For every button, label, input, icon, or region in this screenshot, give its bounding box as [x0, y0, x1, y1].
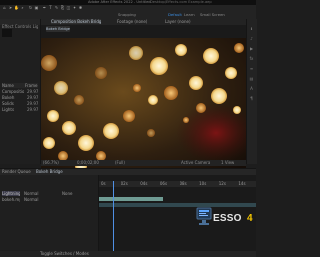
layer-row[interactable]: bokeh.mp4 Normal: [0, 197, 98, 202]
logo-text: ESSO: [213, 213, 242, 224]
project-panel: Effect Controls Lightning Name Frame Rat…: [0, 19, 41, 164]
camera-select[interactable]: Active Camera: [181, 160, 210, 165]
puppet-tool-icon[interactable]: ✱: [78, 6, 83, 10]
project-item[interactable]: Solids 29.97: [2, 101, 38, 106]
project-item-fps: 29.97: [27, 101, 38, 106]
project-item-fps: 29.97: [27, 89, 38, 94]
ruler-tick-label: 0s: [101, 181, 106, 186]
ruler-tick-label: 06s: [159, 181, 168, 186]
timeline-footer: Toggle Switches / Modes: [0, 251, 256, 257]
info-icon[interactable]: ℹ: [249, 27, 254, 31]
ruler-tick-label: 10s: [199, 181, 207, 186]
composition-viewer: Composition Bokeh Bridge Footage (none) …: [41, 19, 246, 173]
viewer-tabs: Composition Bokeh Bridge Footage (none) …: [41, 19, 246, 25]
monitor-icon: [196, 207, 212, 225]
libraries-icon[interactable]: ▤: [249, 77, 254, 81]
camera-tool-icon[interactable]: ▣: [34, 6, 39, 10]
viewer-footer: (66.7%) 0;00;02;00 (Full) Active Camera …: [41, 160, 246, 166]
right-panels-rail: ℹ ♪ ▶ fx ≡ ▤ A ¶: [246, 19, 257, 164]
rotate-tool-icon[interactable]: ↻: [28, 6, 33, 10]
project-item-name: Composition: [2, 89, 24, 94]
esso-logo: ESSO 4: [196, 203, 256, 239]
logo-suffix: 4: [247, 213, 253, 224]
layer-parent[interactable]: None: [62, 191, 78, 196]
zoom-tool-icon[interactable]: ⌕: [20, 6, 25, 10]
brush-tool-icon[interactable]: ✎: [54, 6, 59, 10]
paragraph-icon[interactable]: ¶: [249, 97, 254, 101]
project-item[interactable]: Lights 29.97: [2, 107, 38, 112]
workspace-small-screen[interactable]: Small Screen: [200, 12, 225, 17]
layer-row[interactable]: Lightning Normal None: [0, 191, 98, 196]
composition-canvas[interactable]: [41, 38, 246, 173]
project-item-name: Bokeh: [2, 95, 15, 100]
view-layout-select[interactable]: 1 View: [221, 160, 234, 165]
hand-tool-icon[interactable]: ✋: [14, 6, 19, 10]
resolution-select[interactable]: (Full): [115, 160, 125, 165]
audio-icon[interactable]: ♪: [249, 37, 254, 41]
layer-list: Lightning Normal None bokeh.mp4 Normal: [0, 175, 99, 251]
ruler-tick-label: 04s: [140, 181, 148, 186]
effects-icon[interactable]: fx: [249, 57, 254, 61]
column-frame-rate[interactable]: Frame Rate: [25, 83, 38, 88]
project-columns-header: Name Frame Rate: [2, 83, 38, 88]
align-icon[interactable]: ≡: [249, 67, 254, 71]
workspace-learn[interactable]: Learn: [184, 12, 195, 17]
time-ruler[interactable]: 0s 02s 04s 06s 08s 10s 12s 14s: [99, 181, 256, 187]
layer-duration-bar[interactable]: [99, 197, 163, 201]
ruler-tick-label: 08s: [179, 181, 187, 186]
project-item-fps: 29.97: [27, 95, 38, 100]
tab-footage[interactable]: Footage (none): [117, 19, 147, 24]
text-tool-icon[interactable]: T: [48, 6, 53, 10]
roto-tool-icon[interactable]: ✦: [72, 6, 77, 10]
project-item[interactable]: Bokeh 29.97: [2, 95, 38, 100]
toggle-switches-modes[interactable]: Toggle Switches / Modes: [40, 251, 90, 256]
comp-breadcrumb[interactable]: Bokeh Bridge: [46, 26, 70, 32]
layer-name: Lightning: [2, 191, 20, 196]
tab-render-queue[interactable]: Render Queue: [2, 169, 32, 174]
project-item-name: Lights: [2, 107, 15, 112]
file-path: Desktop/Effects.com Example.aep: [150, 0, 212, 4]
bokeh-image: [41, 38, 246, 173]
tab-composition[interactable]: Composition Bokeh Bridge: [51, 19, 101, 24]
layer-name: bokeh.mp4: [2, 197, 20, 202]
tab-layer[interactable]: Layer (none): [165, 19, 195, 24]
layer-mode[interactable]: Normal: [24, 197, 40, 202]
character-icon[interactable]: A: [249, 87, 254, 91]
project-item-name: Solids: [2, 101, 14, 106]
workspace-snapping[interactable]: Snapping: [118, 12, 136, 17]
column-name[interactable]: Name: [2, 83, 14, 88]
project-item-fps: 29.97: [27, 107, 38, 112]
workspace-default[interactable]: Default: [168, 12, 182, 17]
pen-tool-icon[interactable]: ✒: [42, 6, 47, 10]
zoom-level[interactable]: (66.7%): [43, 160, 59, 165]
playhead[interactable]: [113, 181, 114, 251]
eraser-tool-icon[interactable]: ◫: [66, 6, 71, 10]
stamp-tool-icon[interactable]: ⎘: [60, 6, 65, 10]
ruler-tick-label: 02s: [120, 181, 128, 186]
project-item[interactable]: Composition 29.97: [2, 89, 38, 94]
ruler-tick-label: 14s: [238, 181, 246, 186]
home-icon[interactable]: ⌂: [2, 6, 7, 10]
selection-tool-icon[interactable]: ➤: [8, 6, 13, 10]
preview-icon[interactable]: ▶: [249, 47, 254, 51]
current-time[interactable]: 0;00;02;00: [77, 160, 99, 165]
project-thumbnail: [2, 29, 12, 37]
tab-timeline-comp[interactable]: Bokeh Bridge: [36, 169, 66, 174]
app-title: Adobe After Effects 2022 - Untitled: [88, 0, 151, 4]
ruler-tick-label: 12s: [218, 181, 226, 186]
layer-mode[interactable]: Normal: [24, 191, 40, 196]
